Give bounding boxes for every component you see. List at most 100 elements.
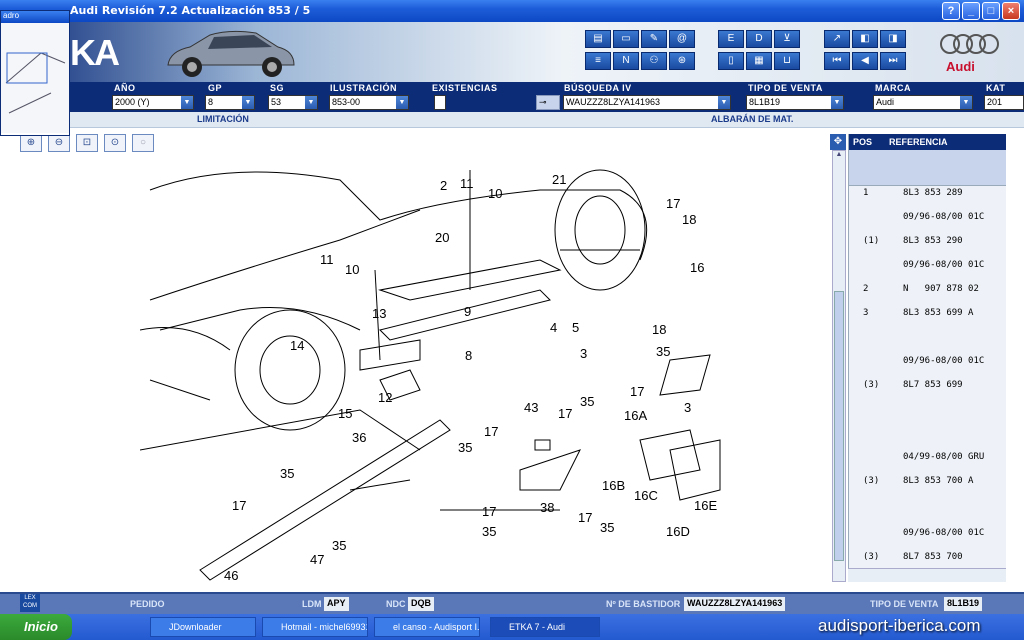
diagram-vertical-scrollbar[interactable]: ▲ [832, 150, 846, 582]
pin-icon[interactable]: ↗ [824, 30, 850, 48]
pos-header: POS [853, 137, 873, 147]
status-bar: PEDIDO LDM APY NDC DQB Nº DE BASTIDOR WA… [0, 592, 1024, 614]
maximize-button[interactable]: □ [982, 2, 1000, 20]
callout-38: 38 [540, 500, 554, 515]
stock-checkbox[interactable] [434, 95, 446, 110]
row-pos: 2 [863, 284, 869, 294]
doc-icon[interactable]: ▯ [718, 52, 744, 70]
mail-icon[interactable]: @ [669, 30, 695, 48]
scroll-thumb[interactable] [834, 291, 844, 561]
sale-type-label: TIPO DE VENTA [748, 83, 823, 93]
start-button[interactable]: Inicio [0, 614, 72, 640]
delivery-note-label: ALBARÁN DE MAT. [711, 114, 794, 124]
gp-value: 8 [208, 97, 214, 107]
row-ref: 8L7 853 700 [903, 552, 963, 562]
kat-select[interactable]: 201 [984, 95, 1024, 110]
parts-diagram[interactable]: 2 11 10 21 20 11 10 9 13 14 8 12 15 4 5 … [140, 150, 830, 582]
back-icon[interactable]: ◀ [852, 52, 878, 70]
parts-horizontal-scrollbar[interactable] [848, 568, 1006, 582]
toolbar-group-3: ↗ ◧ ◨ [824, 30, 906, 48]
callout-43: 43 [524, 400, 538, 415]
sg-value: 53 [271, 97, 282, 107]
window-icon[interactable]: ▭ [613, 30, 639, 48]
thumbnail-panel[interactable]: adro [0, 10, 70, 136]
lexcom-icon[interactable]: LEX COM [20, 594, 40, 612]
prev-page-icon[interactable]: ◧ [852, 30, 878, 48]
callout-35: 35 [656, 344, 670, 359]
sale-type-select[interactable]: 8L1B19 ▼ [746, 95, 844, 110]
callout-21: 21 [552, 172, 566, 187]
chevron-down-icon: ▼ [960, 96, 972, 109]
list-icon[interactable]: ≡ [585, 52, 611, 70]
zoom-in-icon[interactable]: ⊕ [20, 134, 42, 152]
elsa-icon[interactable]: E [718, 30, 744, 48]
first-icon[interactable]: ⏮ [824, 52, 850, 70]
row-pos: 3 [863, 308, 869, 318]
gp-select[interactable]: 8 ▼ [205, 95, 255, 110]
row-pos: (3) [863, 380, 880, 390]
callout-16: 16 [690, 260, 704, 275]
row-ref: 8L3 853 289 [903, 188, 963, 198]
row-ref: 09/96-08/00 01C [903, 212, 985, 222]
order-icon[interactable]: ▦ [746, 52, 772, 70]
callout-11b: 11 [320, 252, 334, 267]
parts-panel: POS REFERENCIA 1 8L3 853 289 09/96-08/00 0… [848, 134, 1006, 582]
chevron-down-icon: ▼ [181, 96, 193, 109]
ldm-value: APY [324, 597, 349, 611]
thumbnail-image [1, 23, 69, 133]
year-value: 2000 (Y) [115, 97, 150, 107]
brand-select[interactable]: Audi ▼ [873, 95, 973, 110]
selected-row[interactable] [849, 150, 1006, 186]
etka-logo: KA [70, 32, 120, 73]
car-image [167, 30, 295, 77]
callout-17b: 17 [630, 384, 644, 399]
norm-icon[interactable]: N [613, 52, 639, 70]
thumbnail-title: adro [1, 11, 69, 23]
sg-select[interactable]: 53 ▼ [268, 95, 318, 110]
toolbar-group-2b: ▯ ▦ ⊔ [718, 52, 800, 70]
zoom-fit-icon[interactable]: ⊡ [76, 134, 98, 152]
wheel-icon[interactable]: ⊛ [669, 52, 695, 70]
depot-icon[interactable]: D [746, 30, 772, 48]
callout-10: 10 [488, 186, 502, 201]
task-jdownloader[interactable]: JDownloader [150, 617, 256, 637]
last-icon[interactable]: ⏭ [880, 52, 906, 70]
ldm-label: LDM [302, 599, 322, 609]
collapse-panel-icon[interactable]: ✥ [830, 134, 846, 150]
zoom-out-icon[interactable]: ⊖ [48, 134, 70, 152]
zoom-area-icon[interactable]: ⊙ [104, 134, 126, 152]
basket-icon[interactable]: ⊔ [774, 52, 800, 70]
title-bar: Audi Revisión 7.2 Actualización 853 / 5 … [0, 0, 1024, 22]
year-label: AÑO [114, 83, 136, 93]
sg-label: SG [270, 83, 285, 93]
group-icon[interactable]: ⚇ [641, 52, 667, 70]
minimize-button[interactable]: _ [962, 2, 980, 20]
help-button[interactable]: ? [942, 2, 960, 20]
key-icon[interactable]: ⊸ [536, 95, 560, 110]
next-page-icon[interactable]: ◨ [880, 30, 906, 48]
year-select[interactable]: 2000 (Y) ▼ [112, 95, 194, 110]
illustration-select[interactable]: 853-00 ▼ [329, 95, 409, 110]
callout-13: 13 [372, 306, 386, 321]
vin-search-input[interactable]: WAUZZZ8LZYA141963 ▼ [563, 95, 731, 110]
row-pos: (3) [863, 552, 880, 562]
row-ref: 09/96-08/00 01C [903, 528, 985, 538]
callout-3: 3 [580, 346, 587, 361]
row-ref: 8L3 853 699 A [903, 308, 974, 318]
sub-bar: LIMITACIÓN ALBARÁN DE MAT. [0, 112, 1024, 128]
callout-2: 2 [440, 178, 447, 193]
cart-icon[interactable]: ⊻ [774, 30, 800, 48]
task-etka[interactable]: ETKA 7 - Audi [490, 617, 600, 637]
close-button[interactable]: × [1002, 2, 1020, 20]
callout-12: 12 [378, 390, 392, 405]
task-hotmail[interactable]: Hotmail - michel69931... [262, 617, 368, 637]
callout-20: 20 [435, 230, 449, 245]
chevron-down-icon: ▼ [718, 96, 730, 109]
tools-icon[interactable]: ✎ [641, 30, 667, 48]
chevron-down-icon: ▼ [242, 96, 254, 109]
scroll-up-icon[interactable]: ▲ [833, 151, 845, 158]
callout-3b: 3 [684, 400, 691, 415]
print-icon[interactable]: ▤ [585, 30, 611, 48]
task-audisport[interactable]: el canso - Audisport I... [374, 617, 480, 637]
toolbar-group-3b: ⏮ ◀ ⏭ [824, 52, 906, 70]
